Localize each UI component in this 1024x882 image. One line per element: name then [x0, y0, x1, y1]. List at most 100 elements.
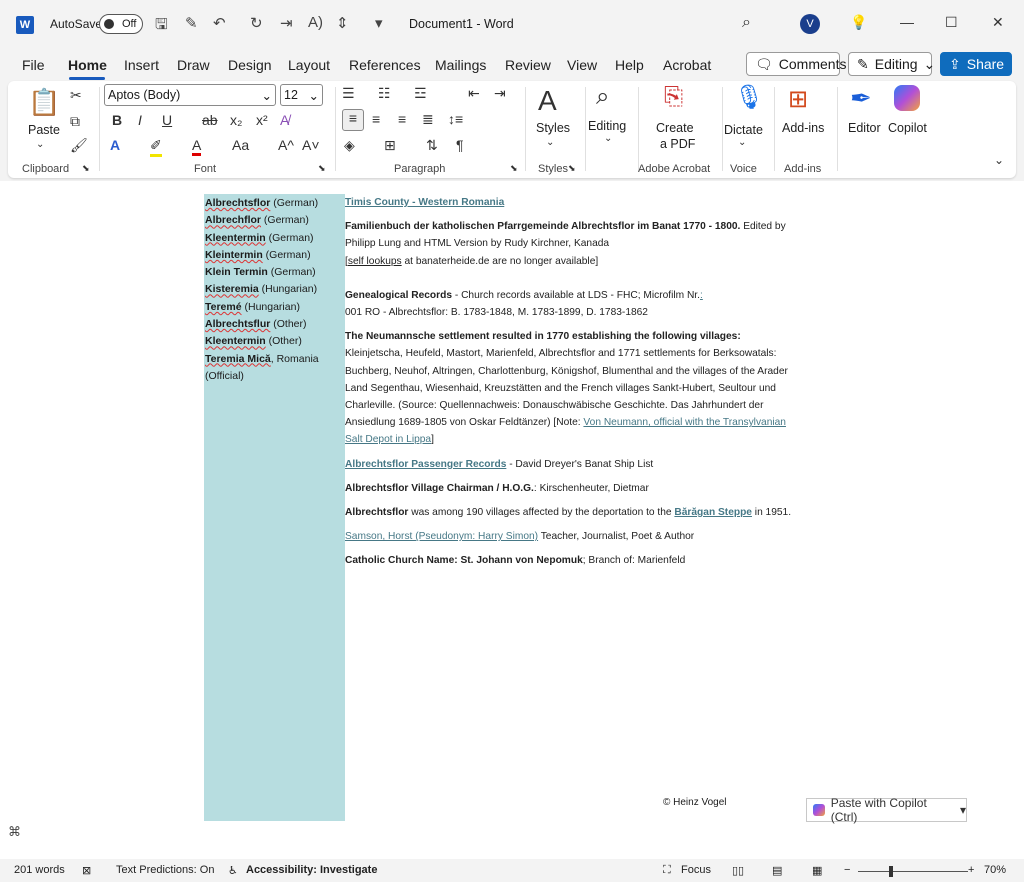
bold-icon[interactable]: B — [112, 112, 122, 128]
align-center-icon[interactable]: ≡ — [372, 111, 380, 127]
passenger-records-link[interactable]: Albrechtsflor Passenger Records — [345, 459, 506, 470]
tab-references[interactable]: References — [349, 57, 421, 73]
read-mode-icon[interactable]: ▯▯ — [732, 864, 744, 877]
microfilm-link[interactable]: : — [700, 290, 703, 301]
paste-button[interactable]: Paste — [28, 123, 60, 137]
addins-icon[interactable]: ⊞ — [788, 85, 808, 114]
create-pdf-button-line2[interactable]: a PDF — [660, 137, 695, 151]
undo-icon[interactable]: ↶ — [213, 14, 226, 32]
self-lookups-link[interactable]: self lookups — [348, 256, 402, 267]
multilevel-list-icon[interactable]: ☲ — [414, 85, 427, 102]
clipboard-icon[interactable]: 📋 — [28, 87, 60, 118]
tab-draw[interactable]: Draw — [177, 57, 210, 73]
paste-with-copilot-button[interactable]: Paste with Copilot (Ctrl) ▾ — [806, 796, 967, 824]
chevron-down-icon[interactable]: ⌄ — [604, 133, 612, 144]
highlight-icon[interactable]: ✐ — [150, 137, 162, 157]
editor-button[interactable]: Editor — [848, 121, 881, 135]
text-effects-icon[interactable]: A — [110, 137, 120, 153]
strikethrough-icon[interactable]: ab — [202, 112, 218, 128]
tab-mailings[interactable]: Mailings — [435, 57, 486, 73]
comments-button[interactable]: 🗨 Comments — [746, 52, 846, 76]
focus-icon[interactable]: ⛶ — [663, 864, 671, 877]
tab-file[interactable]: File — [22, 57, 45, 73]
copilot-outline-icon[interactable]: ⌘ — [8, 824, 21, 840]
font-launcher-icon[interactable]: ⬊ — [318, 163, 326, 174]
tab-layout[interactable]: Layout — [288, 57, 330, 73]
sort-icon[interactable]: ⇅ — [426, 137, 438, 154]
chevron-down-icon[interactable]: ⌄ — [546, 137, 554, 148]
accessibility-status[interactable]: Accessibility: Investigate — [246, 864, 377, 876]
borders-icon[interactable]: ⊞ — [384, 137, 396, 154]
copilot-icon[interactable] — [894, 85, 920, 111]
samson-link[interactable]: Samson, Horst (Pseudonym: Harry Simon) — [345, 531, 538, 542]
line-spacing-icon[interactable]: ↕≡ — [448, 111, 463, 127]
subscript-icon[interactable]: x₂ — [230, 112, 242, 128]
customize-qat-icon[interactable]: ▾ — [375, 14, 383, 32]
decrease-indent-icon[interactable]: ⇤ — [468, 85, 480, 102]
zoom-out-icon[interactable]: − — [844, 864, 850, 876]
county-link[interactable]: Timis County - Western Romania — [345, 197, 504, 208]
align-right-icon[interactable]: ≡ — [398, 111, 406, 127]
clear-formatting-icon[interactable]: A̸ — [280, 112, 289, 128]
save-icon[interactable]: 🖫 — [155, 14, 168, 39]
word-count[interactable]: 201 words — [14, 864, 65, 876]
forward-icon[interactable]: ⇥ — [280, 14, 293, 32]
justify-icon[interactable]: ≣ — [422, 111, 434, 128]
zoom-slider-thumb[interactable] — [889, 866, 893, 877]
align-left-icon[interactable]: ≡ — [342, 109, 364, 131]
superscript-icon[interactable]: x² — [256, 112, 268, 128]
increase-indent-icon[interactable]: ⇥ — [494, 85, 506, 102]
chevron-down-icon[interactable]: ⌄ — [738, 137, 746, 148]
copilot-button[interactable]: Copilot — [888, 121, 927, 135]
cut-icon[interactable]: ✂ — [70, 87, 82, 104]
copy-icon[interactable]: ⧉ — [70, 113, 80, 130]
redo-icon[interactable]: ↻ — [250, 14, 263, 32]
font-size-combo[interactable]: 12 ⌄ — [280, 84, 323, 106]
web-layout-icon[interactable]: ▦ — [812, 864, 822, 877]
shading-icon[interactable]: ◈ — [344, 137, 355, 154]
editing-button[interactable]: Editing — [588, 119, 626, 133]
paste-chevron-icon[interactable]: ⌄ — [36, 139, 44, 150]
dictate-button[interactable]: Dictate — [724, 123, 763, 137]
document-body[interactable]: Timis County - Western Romania Familienb… — [345, 194, 795, 577]
clipboard-launcher-icon[interactable]: ⬊ — [82, 163, 90, 174]
text-predictions-status[interactable]: Text Predictions: On — [116, 864, 214, 876]
styles-button[interactable]: Styles — [536, 121, 570, 135]
editing-mode-button[interactable]: ✎ Editing ⌄ — [848, 52, 935, 76]
zoom-slider-track[interactable] — [858, 871, 968, 872]
format-painter-icon[interactable]: 🖌 — [70, 137, 88, 154]
spacing-icon[interactable]: ⇕ — [336, 14, 349, 32]
share-button[interactable]: ⇪ Share — [940, 52, 1012, 76]
font-family-combo[interactable]: Aptos (Body) ⌄ — [104, 84, 276, 106]
font-color-icon[interactable]: A — [192, 137, 202, 156]
baragan-steppe-link[interactable]: Bărăgan Steppe — [674, 507, 752, 518]
styles-icon[interactable]: A — [538, 85, 557, 117]
numbering-icon[interactable]: ☷ — [378, 85, 391, 102]
tab-review[interactable]: Review — [505, 57, 551, 73]
zoom-level[interactable]: 70% — [984, 864, 1006, 876]
zoom-in-icon[interactable]: + — [968, 864, 974, 876]
tab-acrobat[interactable]: Acrobat — [663, 57, 711, 73]
tab-insert[interactable]: Insert — [124, 57, 159, 73]
italic-icon[interactable]: I — [138, 112, 142, 128]
editing-icon[interactable]: ⌕ — [596, 83, 609, 111]
addins-button[interactable]: Add-ins — [782, 121, 824, 135]
minimize-icon[interactable]: — — [900, 14, 914, 30]
tab-home[interactable]: Home — [68, 57, 107, 73]
profile-icon[interactable]: V — [800, 14, 820, 34]
print-layout-icon[interactable]: ▤ — [772, 864, 782, 877]
collapse-ribbon-icon[interactable]: ⌄ — [994, 153, 1004, 167]
maximize-icon[interactable]: ☐ — [945, 14, 958, 31]
proofing-icon[interactable]: ⊠ — [82, 864, 91, 877]
pdf-icon[interactable]: ⎘ — [664, 83, 683, 111]
underline-icon[interactable]: U — [162, 112, 172, 128]
styles-launcher-icon[interactable]: ⬊ — [568, 163, 576, 174]
autosave-toggle[interactable]: Off — [99, 14, 143, 34]
tab-view[interactable]: View — [567, 57, 597, 73]
microphone-icon[interactable]: 🎙 — [734, 83, 764, 112]
search-icon[interactable]: ⌕ — [742, 14, 751, 32]
read-aloud-icon[interactable]: A) — [308, 14, 323, 31]
shrink-font-icon[interactable]: A˅ — [302, 137, 320, 153]
focus-button[interactable]: Focus — [681, 864, 711, 876]
editor-check-icon[interactable]: ✎ — [185, 14, 198, 32]
